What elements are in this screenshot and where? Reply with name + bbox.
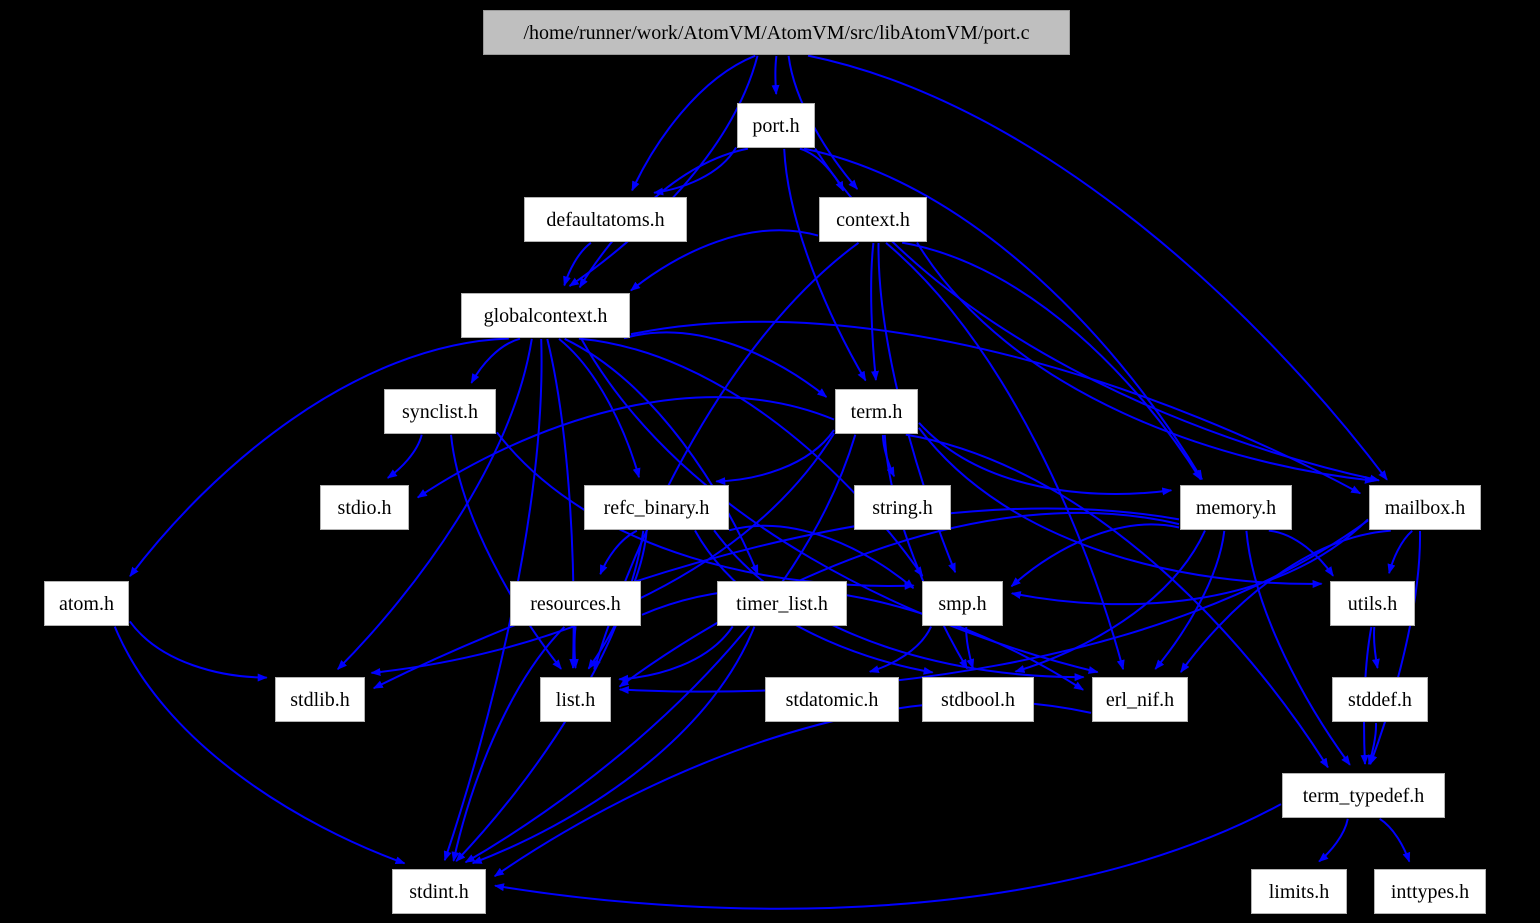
graph-node-globalcontext-h[interactable]: globalcontext.h [461, 293, 630, 338]
graph-node-stdbool-h[interactable]: stdbool.h [922, 677, 1034, 722]
graph-node-atom-h[interactable]: atom.h [44, 581, 129, 626]
graph-node-label: memory.h [1195, 496, 1277, 519]
graph-edge [870, 242, 879, 381]
graph-edge [728, 524, 915, 589]
graph-node-stddef-h[interactable]: stddef.h [1332, 677, 1428, 722]
graph-edge [129, 620, 268, 682]
graph-node-resources-h[interactable]: resources.h [510, 581, 641, 626]
graph-node-label: limits.h [1268, 880, 1330, 903]
include-dependency-graph: /home/runner/work/AtomVM/AtomVM/src/libA… [0, 0, 1540, 923]
graph-node-stdio-h[interactable]: stdio.h [320, 485, 409, 530]
graph-node-term-h[interactable]: term.h [835, 389, 918, 434]
graph-node-label: list.h [555, 688, 596, 711]
graph-node-context-h[interactable]: context.h [819, 197, 927, 242]
graph-node-label: stdint.h [409, 880, 469, 903]
graph-edge [471, 626, 756, 865]
graph-edge [1369, 530, 1422, 766]
graph-node-stdatomic-h[interactable]: stdatomic.h [765, 677, 899, 722]
graph-node-port-c[interactable]: /home/runner/work/AtomVM/AtomVM/src/libA… [483, 10, 1070, 55]
graph-node-label: stddef.h [1348, 688, 1412, 711]
graph-node-label: stdlib.h [290, 688, 350, 711]
graph-edge [450, 434, 562, 670]
graph-node-synclist-h[interactable]: synclist.h [384, 389, 496, 434]
graph-node-label: context.h [836, 208, 910, 231]
graph-edge [1387, 530, 1413, 575]
graph-edge [1010, 518, 1369, 606]
graph-node-label: mailbox.h [1384, 496, 1466, 519]
graph-node-refc-binary-h[interactable]: refc_binary.h [584, 485, 729, 530]
graph-node-label: smp.h [938, 592, 987, 615]
graph-node-label: string.h [872, 496, 933, 519]
graph-node-inttypes-h[interactable]: inttypes.h [1374, 869, 1486, 914]
graph-node-mailbox-h[interactable]: mailbox.h [1369, 485, 1481, 530]
graph-node-label: synclist.h [401, 400, 479, 423]
graph-node-label: stdbool.h [941, 688, 1015, 711]
graph-edge [883, 434, 968, 670]
graph-edge [918, 422, 1173, 496]
graph-node-label: stdio.h [337, 496, 392, 519]
graph-node-string-h[interactable]: string.h [854, 485, 951, 530]
graph-edge [386, 434, 423, 479]
graph-node-label: refc_binary.h [603, 496, 710, 519]
graph-node-list-h[interactable]: list.h [540, 677, 611, 722]
graph-node-limits-h[interactable]: limits.h [1251, 869, 1347, 914]
graph-edge [1371, 626, 1380, 669]
graph-node-erl-nif-h[interactable]: erl_nif.h [1092, 677, 1188, 722]
graph-edge [370, 432, 835, 676]
graph-edge [568, 55, 759, 287]
graph-node-label: inttypes.h [1390, 880, 1470, 903]
graph-node-label: erl_nif.h [1105, 688, 1175, 711]
graph-node-label: term_typedef.h [1302, 784, 1425, 807]
graph-edge [1318, 818, 1349, 863]
graph-node-stdint-h[interactable]: stdint.h [392, 869, 486, 914]
graph-node-label: utils.h [1347, 592, 1398, 615]
graph-node-utils-h[interactable]: utils.h [1330, 581, 1415, 626]
graph-node-label: timer_list.h [736, 592, 828, 615]
graph-node-defaultatoms-h[interactable]: defaultatoms.h [524, 197, 687, 242]
graph-edge [618, 511, 1180, 688]
graph-edge [570, 626, 579, 669]
graph-edge [563, 241, 592, 287]
graph-node-memory-h[interactable]: memory.h [1180, 485, 1292, 530]
graph-edge [493, 700, 1092, 878]
graph-node-label: defaultatoms.h [546, 208, 665, 231]
graph-node-label: /home/runner/work/AtomVM/AtomVM/src/libA… [523, 21, 1030, 44]
graph-node-port-h[interactable]: port.h [737, 103, 815, 148]
graph-node-smp-h[interactable]: smp.h [922, 581, 1003, 626]
graph-node-label: stdatomic.h [785, 688, 879, 711]
graph-edge [113, 626, 406, 865]
graph-node-timer-list-h[interactable]: timer_list.h [717, 581, 847, 626]
graph-node-stdlib-h[interactable]: stdlib.h [275, 677, 365, 722]
graph-node-label: globalcontext.h [483, 304, 608, 327]
graph-edge [470, 337, 521, 384]
graph-edge [771, 55, 780, 95]
graph-node-term-typedef-h[interactable]: term_typedef.h [1282, 773, 1445, 818]
graph-edge [129, 337, 509, 577]
graph-edge [578, 337, 924, 577]
graph-edge [916, 241, 1375, 484]
graph-edge [1379, 817, 1411, 863]
graph-edge [618, 625, 734, 683]
graph-node-label: port.h [752, 114, 800, 137]
graph-edge [564, 337, 759, 575]
graph-node-label: atom.h [59, 592, 114, 615]
graph-edge [451, 626, 566, 862]
graph-edge [653, 146, 737, 196]
graph-edge [1245, 530, 1351, 766]
graph-edge [799, 147, 845, 192]
graph-edge [494, 803, 1282, 910]
graph-node-label: term.h [850, 400, 903, 423]
graph-node-label: resources.h [530, 592, 621, 615]
